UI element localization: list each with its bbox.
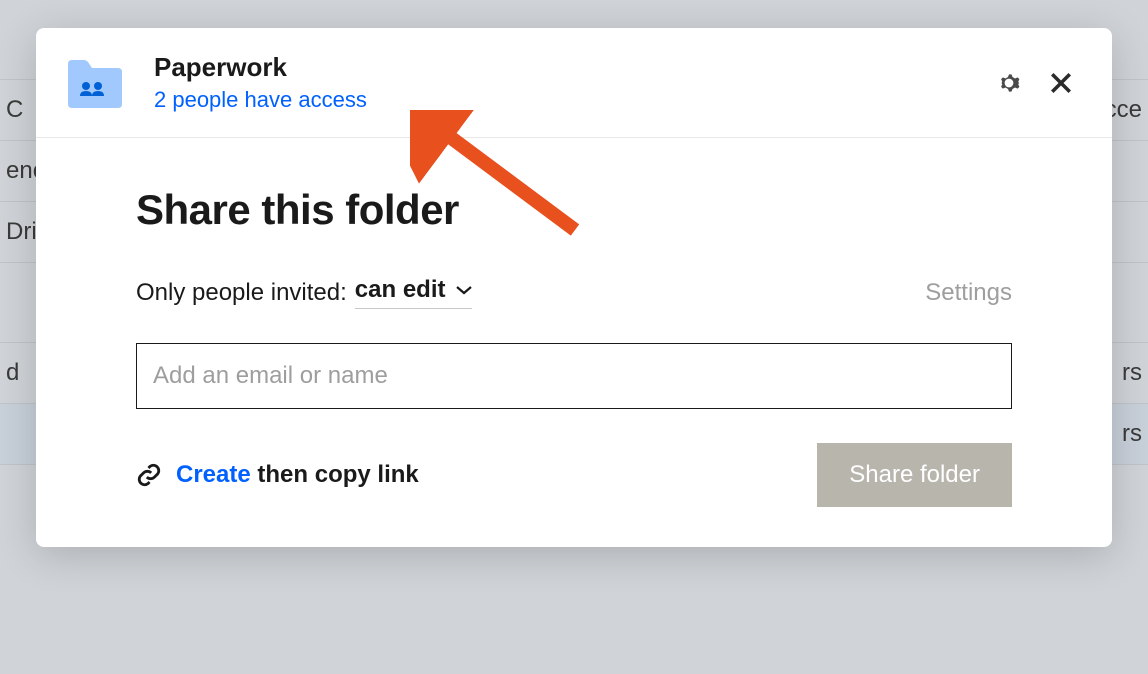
- email-field[interactable]: [136, 343, 1012, 409]
- link-icon: [136, 462, 162, 488]
- share-dialog: Paperwork 2 people have access Share thi…: [36, 28, 1112, 547]
- dialog-title: Share this folder: [136, 186, 1012, 234]
- gear-icon[interactable]: [994, 68, 1024, 98]
- permission-select[interactable]: can edit: [355, 276, 472, 309]
- create-link[interactable]: Create: [176, 461, 251, 488]
- permission-value: can edit: [355, 276, 446, 304]
- copy-link-text: then copy link: [257, 461, 418, 488]
- shared-folder-icon: [66, 58, 124, 108]
- permission-label: Only people invited:: [136, 279, 347, 307]
- chevron-down-icon: [456, 285, 472, 295]
- access-link[interactable]: 2 people have access: [154, 87, 994, 113]
- folder-name: Paperwork: [154, 52, 994, 83]
- settings-link[interactable]: Settings: [925, 279, 1012, 307]
- share-folder-button[interactable]: Share folder: [817, 443, 1012, 507]
- dialog-header: Paperwork 2 people have access: [36, 28, 1112, 138]
- dialog-body: Share this folder Only people invited: c…: [36, 138, 1112, 547]
- close-icon[interactable]: [1046, 68, 1076, 98]
